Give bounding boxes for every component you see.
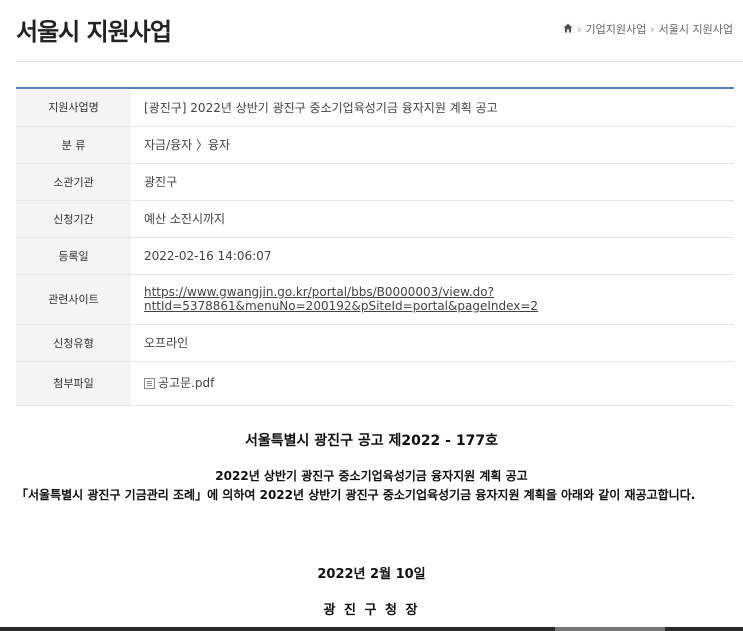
row-label: 지원사업명 <box>16 88 131 127</box>
document-date: 2022년 2월 10일 <box>317 567 426 582</box>
row-label: 첨부파일 <box>16 361 131 406</box>
row-label: 소관기관 <box>16 163 131 201</box>
row-label: 신청기간 <box>16 200 131 238</box>
table-row: 분 류 자금/융자 〉융자 <box>16 126 734 164</box>
page-title: 서울시 지원사업 <box>16 18 172 46</box>
table-row: 관련사이트 https://www.gwangjin.go.kr/portal/… <box>16 274 734 325</box>
row-value: 오프라인 <box>131 324 734 362</box>
scrollbar-thumb[interactable] <box>555 627 665 631</box>
document-signature: 광 진 구 청 장 <box>323 603 420 618</box>
home-icon[interactable] <box>563 23 573 36</box>
row-value: 자금/융자 〉융자 <box>131 126 734 164</box>
row-value: 공고문.pdf <box>131 361 734 406</box>
related-site-link-line: https://www.gwangjin.go.kr/portal/bbs/B0… <box>144 285 495 299</box>
table-row: 소관기관 광진구 <box>16 163 734 201</box>
related-site-link-line: nttId=5378861&menuNo=200192&pSiteId=port… <box>144 299 539 313</box>
table-row: 등록일 2022-02-16 14:06:07 <box>16 237 734 275</box>
document-body: 「서울특별시 광진구 기금관리 조례」에 의하여 2022년 상반기 광진구 중… <box>16 488 696 502</box>
table-row: 첨부파일 공고문.pdf <box>16 361 734 406</box>
document-title: 서울특별시 광진구 공고 제2022 - 177호 <box>245 433 498 449</box>
breadcrumb-item[interactable]: 서울시 지원사업 <box>659 21 733 37</box>
breadcrumb: › 기업지원사업 › 서울시 지원사업 <box>563 21 733 37</box>
page-header: 서울시 지원사업 › 기업지원사업 › 서울시 지원사업 <box>16 10 733 50</box>
chevron-right-icon: › <box>650 22 655 36</box>
breadcrumb-item[interactable]: 기업지원사업 <box>586 21 647 37</box>
document-subtitle: 2022년 상반기 광진구 중소기업육성기금 융자지원 계획 공고 <box>215 469 528 483</box>
row-value: 2022-02-16 14:06:07 <box>131 237 734 275</box>
table-row: 지원사업명 [광진구] 2022년 상반기 광진구 중소기업육성기금 융자지원 … <box>16 88 734 127</box>
row-value: 광진구 <box>131 163 734 201</box>
row-label: 신청유형 <box>16 324 131 362</box>
row-value: 예산 소진시까지 <box>131 200 734 238</box>
table-row: 신청기간 예산 소진시까지 <box>16 200 734 238</box>
row-label: 등록일 <box>16 237 131 275</box>
file-icon <box>144 378 155 389</box>
row-value: https://www.gwangjin.go.kr/portal/bbs/B0… <box>131 274 734 325</box>
chevron-right-icon: › <box>577 22 582 36</box>
attachment-link[interactable]: 공고문.pdf <box>158 376 214 390</box>
info-table: 지원사업명 [광진구] 2022년 상반기 광진구 중소기업육성기금 융자지원 … <box>16 87 734 406</box>
related-site-link[interactable]: https://www.gwangjin.go.kr/portal/bbs/B0… <box>144 285 538 313</box>
horizontal-scrollbar[interactable] <box>0 627 743 631</box>
divider <box>16 61 743 62</box>
table-row: 신청유형 오프라인 <box>16 324 734 362</box>
row-label: 관련사이트 <box>16 274 131 325</box>
row-value: [광진구] 2022년 상반기 광진구 중소기업육성기금 융자지원 계획 공고 <box>131 88 734 127</box>
row-label: 분 류 <box>16 126 131 164</box>
